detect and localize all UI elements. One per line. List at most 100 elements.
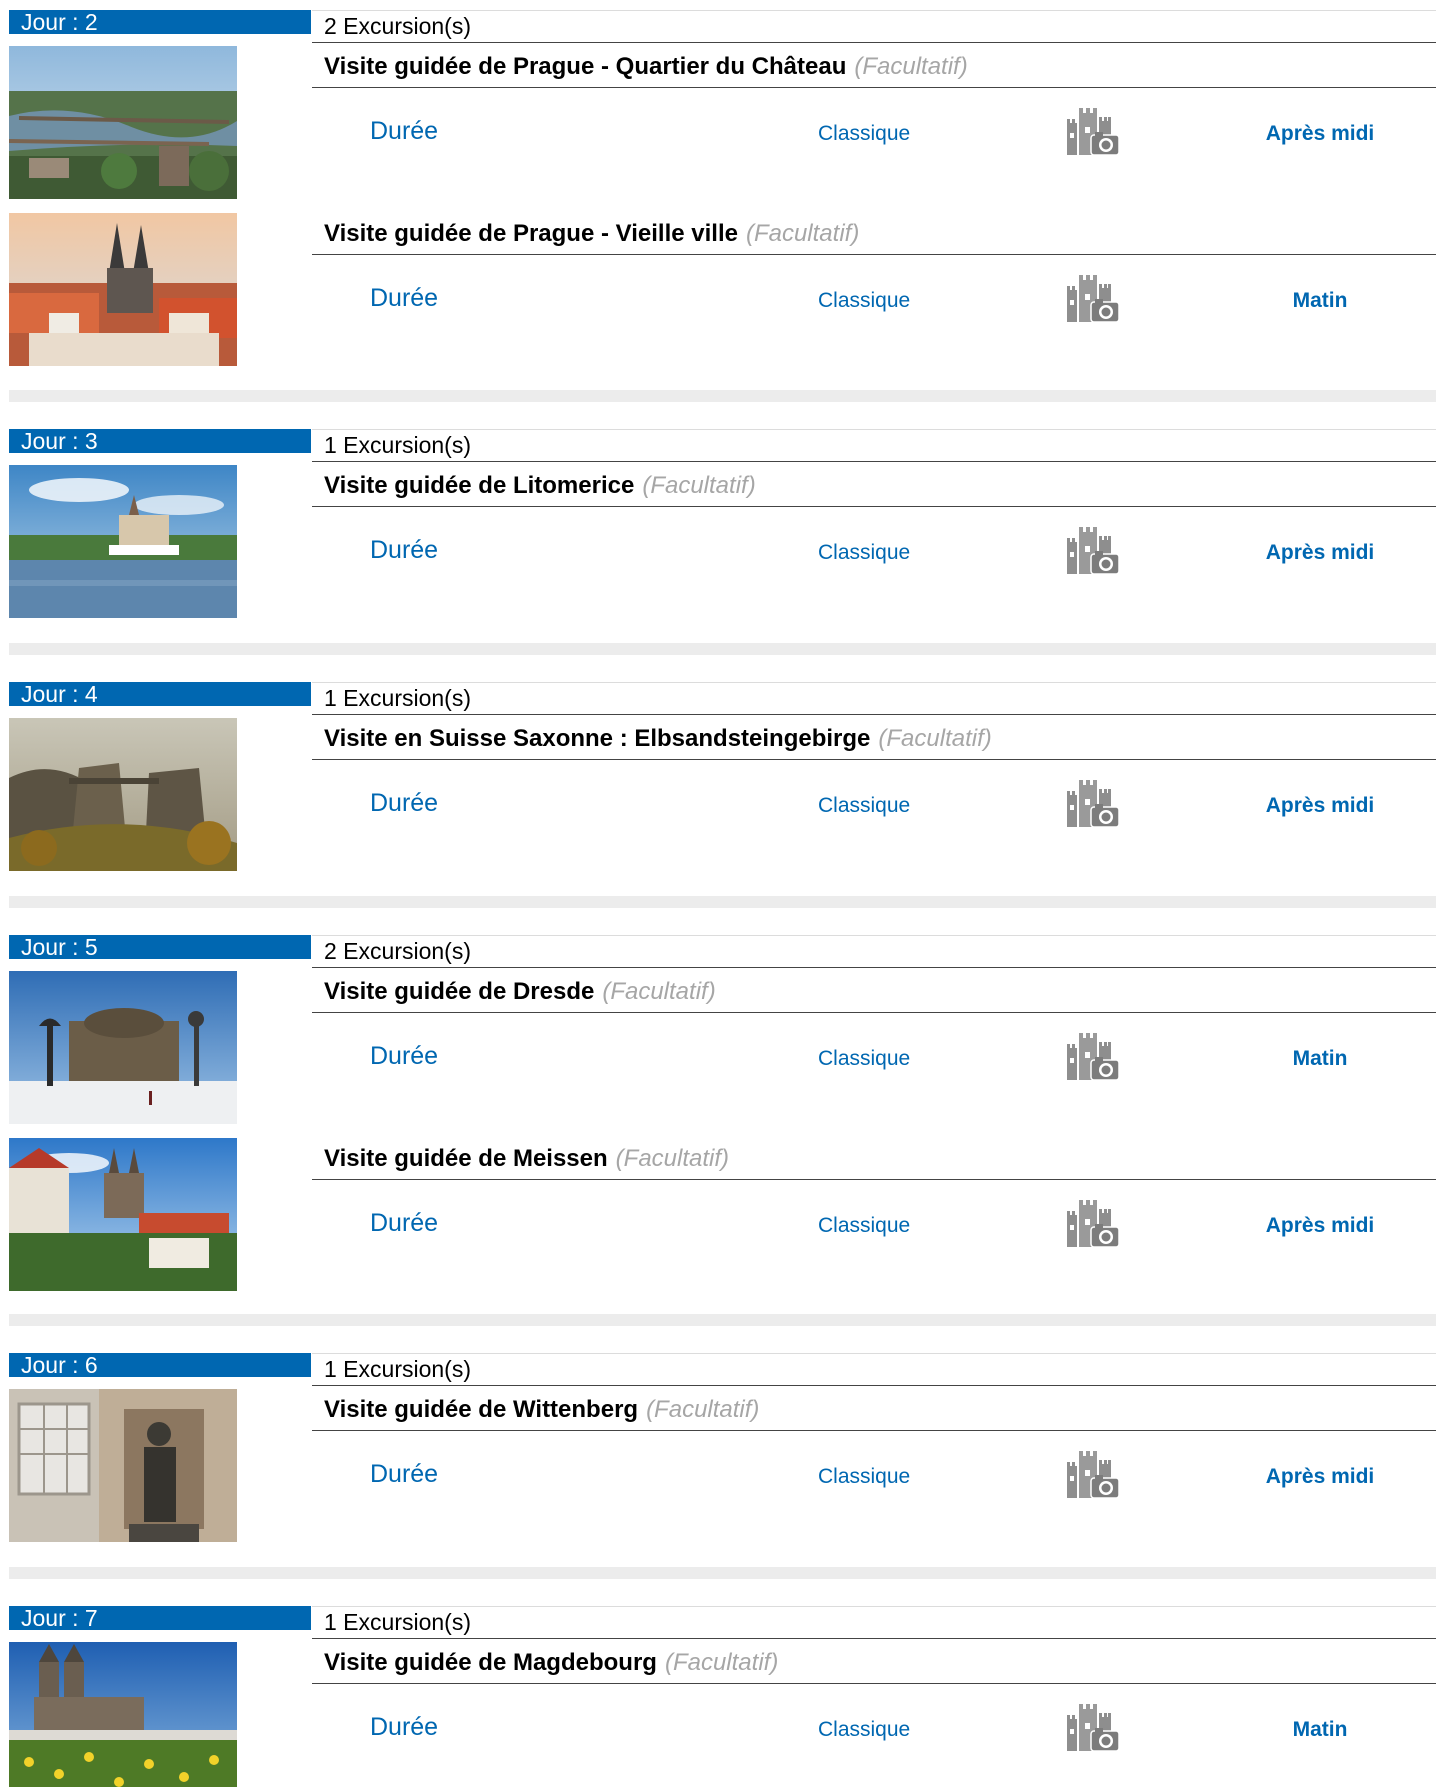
excursion-count-bar: 1 Excursion(s) bbox=[312, 682, 1436, 715]
excursion-title[interactable]: Visite guidée de Prague - Quartier du Ch… bbox=[324, 53, 846, 80]
day-separator bbox=[9, 643, 1436, 655]
duration-label: Durée bbox=[370, 1713, 439, 1741]
castle-camera-icon bbox=[1065, 1197, 1121, 1251]
day-header: Jour : 6 1 Excursion(s) bbox=[0, 1343, 1436, 1386]
excursion-title[interactable]: Visite guidée de Meissen bbox=[324, 1145, 608, 1172]
excursion-count: 2 Excursion(s) bbox=[324, 938, 471, 964]
duration-label: Durée bbox=[370, 284, 439, 312]
duration-label: Durée bbox=[370, 1042, 439, 1070]
day-label: Jour : 5 bbox=[9, 935, 311, 959]
day-label: Jour : 4 bbox=[9, 682, 311, 706]
duration-label: Durée bbox=[370, 1460, 439, 1488]
excursion-photo[interactable] bbox=[9, 1389, 237, 1542]
excursion-count-bar: 1 Excursion(s) bbox=[312, 1606, 1436, 1639]
day-header: Jour : 5 2 Excursion(s) bbox=[0, 925, 1436, 968]
day-separator bbox=[9, 1314, 1436, 1326]
excursion-photo[interactable] bbox=[9, 465, 237, 618]
excursion-title[interactable]: Visite guidée de Dresde bbox=[324, 978, 594, 1005]
excursion-optional-tag: (Facultatif) bbox=[878, 725, 992, 752]
excursion-optional-tag: (Facultatif) bbox=[854, 53, 968, 80]
excursion-period: Après midi bbox=[1265, 1214, 1375, 1237]
excursion-optional-tag: (Facultatif) bbox=[745, 220, 860, 247]
excursion-title-bar: Visite guidée de Prague - Vieille ville (… bbox=[312, 213, 1436, 255]
excursion-photo[interactable] bbox=[9, 1138, 237, 1291]
excursion-row: Visite guidée de Dresde (Facultatif) Duré… bbox=[0, 971, 1436, 1126]
excursion-count-bar: 1 Excursion(s) bbox=[312, 1353, 1436, 1386]
day-block: Jour : 6 1 Excursion(s) Visite guidée de… bbox=[0, 1343, 1436, 1545]
excursion-type: Classique bbox=[818, 289, 911, 312]
excursion-count: 1 Excursion(s) bbox=[324, 1356, 471, 1382]
excursion-period: Matin bbox=[1292, 1047, 1348, 1070]
excursion-period: Matin bbox=[1292, 289, 1348, 312]
excursion-count: 1 Excursion(s) bbox=[324, 1609, 471, 1635]
excursion-period: Après midi bbox=[1265, 1465, 1375, 1488]
day-block: Jour : 5 2 Excursion(s) Visite guidée de… bbox=[0, 925, 1436, 1294]
castle-camera-icon bbox=[1065, 524, 1121, 578]
excursion-period: Matin bbox=[1292, 1718, 1348, 1741]
day-label: Jour : 2 bbox=[9, 10, 311, 34]
excursion-title[interactable]: Visite guidée de Wittenberg bbox=[324, 1396, 638, 1423]
excursion-type: Classique bbox=[818, 1214, 911, 1237]
day-header: Jour : 4 1 Excursion(s) bbox=[0, 672, 1436, 715]
excursion-title[interactable]: Visite guidée de Litomerice bbox=[324, 472, 634, 499]
duration-label: Durée bbox=[370, 117, 439, 145]
excursion-type: Classique bbox=[818, 1465, 911, 1488]
day-block: Jour : 4 1 Excursion(s) Visite en Suisse… bbox=[0, 672, 1436, 874]
excursion-photo[interactable] bbox=[9, 971, 237, 1124]
castle-camera-icon bbox=[1065, 1030, 1121, 1084]
excursion-type: Classique bbox=[818, 122, 911, 145]
excursion-photo[interactable] bbox=[9, 1642, 237, 1787]
excursion-title-bar: Visite guidée de Prague - Quartier du Ch… bbox=[312, 46, 1436, 88]
excursion-title-bar: Visite guidée de Magdebourg (Facultatif) bbox=[312, 1642, 1436, 1684]
castle-camera-icon bbox=[1065, 777, 1121, 831]
excursion-type: Classique bbox=[818, 1047, 911, 1070]
duration-label: Durée bbox=[370, 1209, 439, 1237]
excursion-title[interactable]: Visite en Suisse Saxonne : Elbsandsteing… bbox=[324, 725, 870, 752]
excursion-type: Classique bbox=[818, 794, 911, 817]
day-label: Jour : 6 bbox=[9, 1353, 311, 1377]
excursion-title[interactable]: Visite guidée de Prague - Vieille ville bbox=[324, 220, 738, 247]
excursion-title-bar: Visite guidée de Wittenberg (Facultatif) bbox=[312, 1389, 1436, 1431]
excursion-title-bar: Visite guidée de Dresde (Facultatif) bbox=[312, 971, 1436, 1013]
day-header: Jour : 7 1 Excursion(s) bbox=[0, 1596, 1436, 1639]
excursion-row: Visite guidée de Prague - Quartier du Ch… bbox=[0, 46, 1436, 201]
excursion-row: Visite guidée de Litomerice (Facultatif) … bbox=[0, 465, 1436, 620]
excursion-photo[interactable] bbox=[9, 718, 237, 871]
excursion-title-bar: Visite guidée de Meissen (Facultatif) bbox=[312, 1138, 1436, 1180]
excursion-optional-tag: (Facultatif) bbox=[615, 1145, 730, 1172]
excursion-count: 1 Excursion(s) bbox=[324, 432, 471, 458]
excursion-title-bar: Visite en Suisse Saxonne : Elbsandsteing… bbox=[312, 718, 1436, 760]
excursion-row: Visite guidée de Prague - Vieille ville (… bbox=[0, 213, 1436, 368]
excursion-row: Visite en Suisse Saxonne : Elbsandsteing… bbox=[0, 718, 1436, 873]
excursion-optional-tag: (Facultatif) bbox=[642, 472, 756, 499]
excursion-photo[interactable] bbox=[9, 213, 237, 366]
excursion-count-bar: 2 Excursion(s) bbox=[312, 10, 1436, 43]
castle-camera-icon bbox=[1065, 1701, 1121, 1755]
excursion-optional-tag: (Facultatif) bbox=[664, 1649, 779, 1676]
day-header: Jour : 2 2 Excursion(s) bbox=[0, 0, 1436, 43]
day-separator bbox=[9, 390, 1436, 402]
castle-camera-icon bbox=[1065, 1448, 1121, 1502]
excursion-row: Visite guidée de Meissen (Facultatif) Dur… bbox=[0, 1138, 1436, 1293]
day-label: Jour : 7 bbox=[9, 1606, 311, 1630]
excursion-title-bar: Visite guidée de Litomerice (Facultatif) bbox=[312, 465, 1436, 507]
excursion-optional-tag: (Facultatif) bbox=[602, 978, 716, 1005]
excursion-period: Après midi bbox=[1265, 541, 1375, 564]
excursion-count-bar: 1 Excursion(s) bbox=[312, 429, 1436, 462]
excursion-period: Après midi bbox=[1265, 794, 1375, 817]
excursion-optional-tag: (Facultatif) bbox=[646, 1396, 760, 1423]
castle-camera-icon bbox=[1065, 272, 1121, 326]
excursion-count-bar: 2 Excursion(s) bbox=[312, 935, 1436, 968]
excursion-period: Après midi bbox=[1265, 122, 1375, 145]
excursion-type: Classique bbox=[818, 541, 911, 564]
day-separator bbox=[9, 1567, 1436, 1579]
excursion-photo[interactable] bbox=[9, 46, 237, 199]
day-separator bbox=[9, 896, 1436, 908]
excursion-count: 2 Excursion(s) bbox=[324, 13, 471, 39]
excursion-type: Classique bbox=[818, 1718, 911, 1741]
day-header: Jour : 3 1 Excursion(s) bbox=[0, 419, 1436, 462]
excursion-title[interactable]: Visite guidée de Magdebourg bbox=[324, 1649, 657, 1676]
excursion-row: Visite guidée de Magdebourg (Facultatif) … bbox=[0, 1642, 1436, 1787]
duration-label: Durée bbox=[370, 789, 439, 817]
day-block: Jour : 2 2 Excursion(s) Visite guidée de… bbox=[0, 0, 1436, 369]
